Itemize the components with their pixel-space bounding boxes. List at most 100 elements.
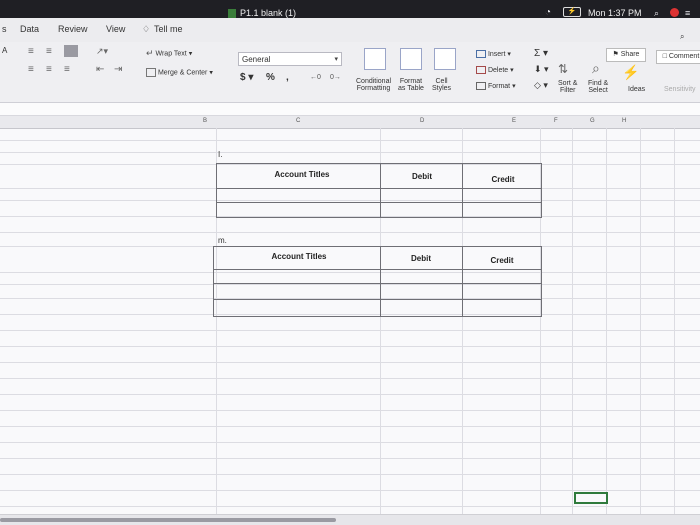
gridline xyxy=(640,128,641,514)
currency-button[interactable]: $ ▾ xyxy=(240,72,253,83)
comma-button[interactable]: , xyxy=(286,72,289,83)
autosum-icon[interactable]: Σ ▾ xyxy=(534,48,548,59)
format-as-table-button[interactable]: Format as Table xyxy=(398,78,424,92)
share-label: Share xyxy=(620,51,640,58)
increase-decimal-icon[interactable]: ←0 xyxy=(310,74,321,81)
ideas-button[interactable]: Ideas xyxy=(628,86,645,93)
align-left-icon[interactable]: ≡ xyxy=(28,64,34,75)
gridline xyxy=(0,458,700,459)
comments-label: Comment xyxy=(668,53,700,60)
conditional-formatting-label-1: Conditional xyxy=(356,78,392,85)
battery-icon[interactable]: ⚡ xyxy=(563,7,581,17)
find-select-button[interactable]: Find & Select xyxy=(588,80,608,94)
insert-cells-icon xyxy=(476,50,486,59)
table-divider xyxy=(217,202,541,203)
delete-button[interactable]: Delete ▾ xyxy=(476,66,514,75)
insert-label: Insert xyxy=(487,51,506,58)
align-center-icon[interactable]: ≡ xyxy=(46,64,52,75)
share-icon: ⚑ xyxy=(612,51,619,58)
column-header-g[interactable]: G xyxy=(590,118,595,124)
table-divider xyxy=(462,164,463,217)
tell-me-search[interactable]: Tell me xyxy=(154,24,183,34)
gridline xyxy=(0,362,700,363)
column-header-b[interactable]: B xyxy=(203,118,207,124)
conditional-formatting-icon[interactable] xyxy=(364,48,386,70)
cell-styles-button[interactable]: Cell Styles xyxy=(432,78,451,92)
table-2-header-account-titles[interactable]: Account Titles xyxy=(244,252,354,261)
gridline xyxy=(0,394,700,395)
sensitivity-button[interactable]: Sensitivity xyxy=(664,86,696,93)
cell-styles-label-1: Cell xyxy=(435,78,448,85)
table-2-header-credit[interactable]: Credit xyxy=(464,256,540,265)
number-format-value: General xyxy=(242,55,271,64)
tab-view[interactable]: View xyxy=(106,24,125,34)
sort-filter-icon[interactable]: ⇅ xyxy=(558,62,568,76)
gridline xyxy=(0,232,700,233)
gridline xyxy=(0,346,700,347)
horizontal-scrollbar[interactable] xyxy=(0,514,700,525)
tell-me-icon[interactable]: ♢ xyxy=(142,24,150,35)
table-1-header-debit[interactable]: Debit xyxy=(383,172,461,181)
align-middle-icon[interactable]: ≡ xyxy=(46,46,52,57)
selected-cell[interactable] xyxy=(574,492,608,504)
avatar[interactable] xyxy=(670,8,679,17)
table-1-header-account-titles[interactable]: Account Titles xyxy=(247,170,357,179)
sort-filter-label-2: Filter xyxy=(559,87,576,94)
decrease-indent-icon[interactable]: ⇤ xyxy=(96,64,104,75)
find-icon[interactable]: ⌕ xyxy=(592,60,600,77)
chevron-down-icon: ▾ xyxy=(334,56,338,63)
wrap-text-label: Wrap Text xyxy=(155,50,187,58)
tab-data[interactable]: Data xyxy=(20,24,39,34)
tab-review[interactable]: Review xyxy=(58,24,88,34)
clear-icon[interactable]: ◇ ▾ xyxy=(534,80,548,91)
insert-button[interactable]: Insert ▾ xyxy=(476,50,511,59)
merge-center-button[interactable]: Merge & Center ▾ xyxy=(146,68,213,77)
sort-filter-label-1: Sort & xyxy=(558,80,578,87)
gridline xyxy=(674,128,675,514)
share-button[interactable]: ⚑ Share xyxy=(606,48,646,62)
number-format-select[interactable]: General ▾ xyxy=(238,52,342,66)
fill-icon[interactable]: ⬇ ▾ xyxy=(534,64,549,75)
table-1-header-credit[interactable]: Credit xyxy=(465,175,541,184)
clock[interactable]: Mon 1:37 PM xyxy=(588,8,642,18)
format-button[interactable]: Format ▾ xyxy=(476,82,516,91)
increase-indent-icon[interactable]: ⇥ xyxy=(114,64,122,75)
gridline xyxy=(0,378,700,379)
delete-label: Delete xyxy=(487,67,509,74)
conditional-formatting-button[interactable]: Conditional Formatting xyxy=(356,78,391,92)
column-header-f[interactable]: F xyxy=(554,118,558,124)
percent-button[interactable]: % xyxy=(266,72,275,83)
table-divider xyxy=(380,164,381,217)
journal-table-2: Account Titles Debit Credit xyxy=(213,246,542,317)
table-2-header-debit[interactable]: Debit xyxy=(382,254,460,263)
formula-bar[interactable] xyxy=(0,103,700,116)
scrollbar-thumb[interactable] xyxy=(0,518,336,522)
search-icon[interactable]: ⌕ xyxy=(680,32,684,42)
notification-list-icon[interactable]: ≡ xyxy=(685,8,690,18)
decrease-decimal-icon[interactable]: 0→ xyxy=(330,74,341,81)
delete-cells-icon xyxy=(476,66,486,75)
column-header-c[interactable]: C xyxy=(296,118,300,124)
ribbon-home: A ≡ ≡ ↗▾ ≡ ≡ ≡ ⇤ ⇥ ↵ Wrap Text ▾ Merge &… xyxy=(0,42,700,103)
gridline xyxy=(0,426,700,427)
column-header-e[interactable]: E xyxy=(512,118,516,124)
comment-icon: □ xyxy=(662,53,667,60)
column-header-h[interactable]: H xyxy=(622,118,626,124)
gridline xyxy=(0,442,700,443)
format-as-table-icon[interactable] xyxy=(400,48,422,70)
comments-button[interactable]: □ Comment xyxy=(656,50,700,64)
column-header-d[interactable]: D xyxy=(420,118,424,124)
wifi-icon[interactable]: ◔ xyxy=(545,7,551,18)
ideas-icon[interactable]: ⚡ xyxy=(622,64,639,81)
align-top-icon[interactable]: ≡ xyxy=(28,46,34,57)
table-divider xyxy=(217,188,541,189)
sort-filter-button[interactable]: Sort & Filter xyxy=(558,80,577,94)
wrap-text-button[interactable]: ↵ Wrap Text ▾ xyxy=(146,48,192,59)
gridline xyxy=(606,128,607,514)
align-right-icon[interactable]: ≡ xyxy=(64,64,70,75)
align-bottom-icon[interactable] xyxy=(64,45,78,57)
tab-formulas-partial[interactable]: s xyxy=(2,24,7,34)
orientation-icon[interactable]: ↗▾ xyxy=(96,46,108,57)
font-size-increase-button[interactable]: A xyxy=(2,46,7,55)
cell-styles-icon[interactable] xyxy=(434,48,456,70)
